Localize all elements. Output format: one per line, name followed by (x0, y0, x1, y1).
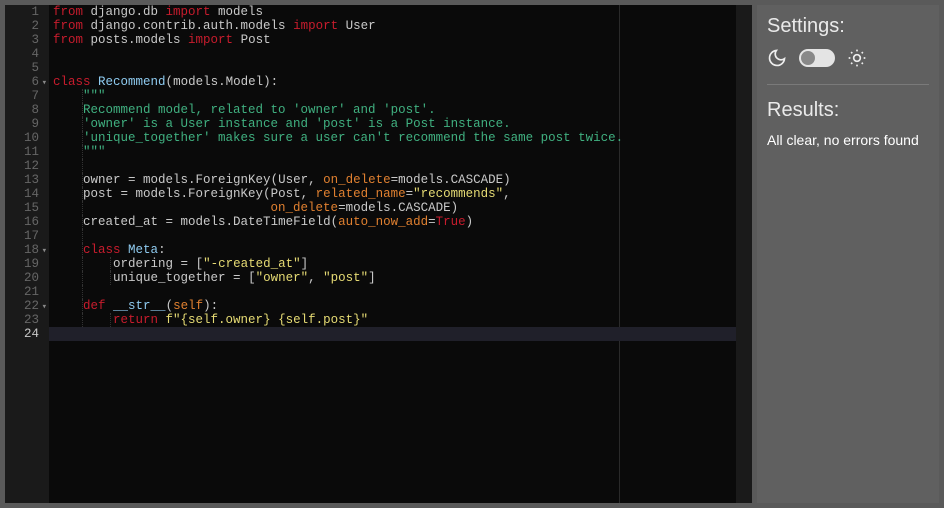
line-number: 14 (5, 187, 49, 201)
code-line[interactable]: """ (49, 89, 736, 103)
code-area[interactable]: from django.db import modelsfrom django.… (49, 5, 736, 503)
line-number: 7 (5, 89, 49, 103)
line-number: 3 (5, 33, 49, 47)
line-number: 1 (5, 5, 49, 19)
code-line[interactable] (49, 285, 736, 299)
results-heading: Results: (767, 99, 929, 122)
line-number: 24 (5, 327, 49, 341)
line-number: 9 (5, 117, 49, 131)
code-line[interactable]: owner = models.ForeignKey(User, on_delet… (49, 173, 736, 187)
line-number: 15 (5, 201, 49, 215)
line-number: 17 (5, 229, 49, 243)
code-line[interactable]: 'unique_together' makes sure a user can'… (49, 131, 736, 145)
theme-toggle[interactable] (799, 49, 835, 67)
code-line[interactable]: from posts.models import Post (49, 33, 736, 47)
code-line[interactable]: 'owner' is a User instance and 'post' is… (49, 117, 736, 131)
code-editor[interactable]: 123456▾789101112131415161718▾19202122▾23… (5, 5, 752, 503)
moon-icon (767, 48, 787, 68)
toggle-knob (801, 51, 815, 65)
line-number: 19 (5, 257, 49, 271)
line-number-gutter: 123456▾789101112131415161718▾19202122▾23… (5, 5, 49, 503)
line-number: 12 (5, 159, 49, 173)
code-line[interactable]: post = models.ForeignKey(Post, related_n… (49, 187, 736, 201)
fold-marker-icon[interactable]: ▾ (42, 76, 47, 90)
fold-marker-icon[interactable]: ▾ (42, 244, 47, 258)
line-number: 2 (5, 19, 49, 33)
line-number: 8 (5, 103, 49, 117)
code-line[interactable]: from django.db import models (49, 5, 736, 19)
line-number: 5 (5, 61, 49, 75)
theme-toggle-row (767, 48, 929, 68)
settings-heading: Settings: (767, 15, 929, 38)
line-number: 11 (5, 145, 49, 159)
separator (767, 84, 929, 85)
code-line[interactable]: ordering = ["-created_at"] (49, 257, 736, 271)
code-line[interactable] (49, 47, 736, 61)
sun-icon (847, 48, 867, 68)
line-number: 20 (5, 271, 49, 285)
code-line[interactable]: from django.contrib.auth.models import U… (49, 19, 736, 33)
results-text: All clear, no errors found (767, 132, 929, 148)
code-line[interactable]: unique_together = ["owner", "post"] (49, 271, 736, 285)
code-line[interactable] (49, 327, 736, 341)
code-line[interactable]: class Recommend(models.Model): (49, 75, 736, 89)
line-number: 4 (5, 47, 49, 61)
code-line[interactable]: """ (49, 145, 736, 159)
code-line[interactable]: return f"{self.owner} {self.post}" (49, 313, 736, 327)
line-number: 13 (5, 173, 49, 187)
code-line[interactable]: on_delete=models.CASCADE) (49, 201, 736, 215)
code-line[interactable]: created_at = models.DateTimeField(auto_n… (49, 215, 736, 229)
line-number: 21 (5, 285, 49, 299)
line-number: 22▾ (5, 299, 49, 313)
line-number: 16 (5, 215, 49, 229)
editor-scrollbar[interactable] (736, 5, 752, 503)
sidebar: Settings: Results: All clear, no errors … (757, 5, 939, 503)
code-line[interactable]: def __str__(self): (49, 299, 736, 313)
code-line[interactable] (49, 61, 736, 75)
line-number: 23 (5, 313, 49, 327)
code-line[interactable] (49, 229, 736, 243)
code-line[interactable]: class Meta: (49, 243, 736, 257)
line-number: 18▾ (5, 243, 49, 257)
code-line[interactable] (49, 159, 736, 173)
line-number: 6▾ (5, 75, 49, 89)
code-line[interactable]: Recommend model, related to 'owner' and … (49, 103, 736, 117)
line-number: 10 (5, 131, 49, 145)
fold-marker-icon[interactable]: ▾ (42, 300, 47, 314)
